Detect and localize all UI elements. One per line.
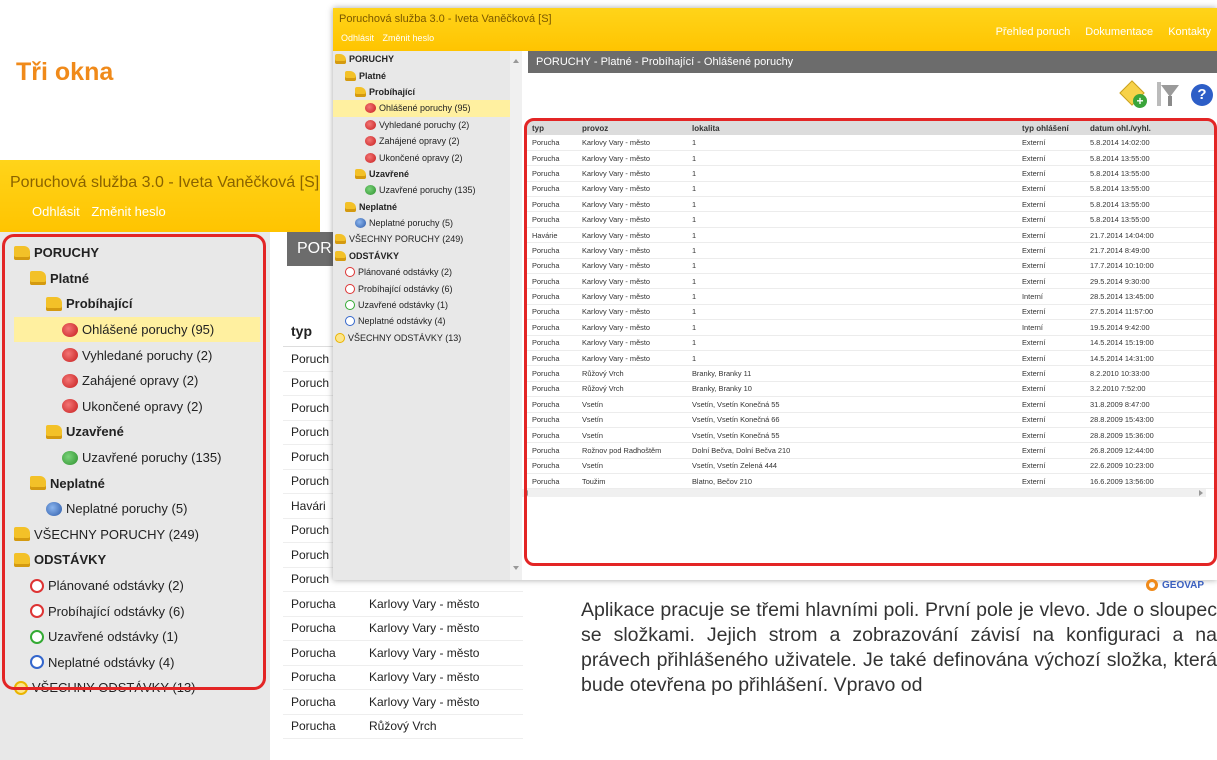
tree-item[interactable]: Plánované odstávky (2) [333, 264, 510, 280]
bg-table-cell: Porucha [291, 719, 336, 734]
tree-item[interactable]: Probíhající odstávky (6) [333, 280, 510, 296]
tree-item[interactable]: Uzavřené [333, 166, 510, 182]
bg-app-title: Poruchová služba 3.0 - Iveta Vaněčková [… [10, 174, 320, 191]
tree-item-label: Zahájené opravy (2) [379, 136, 460, 147]
red-fault-icon [365, 119, 376, 130]
nav-documentation-link[interactable]: Dokumentace [1085, 26, 1153, 38]
folder-icon [335, 234, 346, 245]
red-outage-icon [345, 267, 355, 278]
tree-item[interactable]: Zahájené opravy (2) [333, 133, 510, 149]
tree-item[interactable]: Platné [333, 67, 510, 83]
blue-outage-icon [345, 316, 355, 327]
tree-item-label: Uzavřené odstávky (1) [358, 300, 449, 311]
help-icon[interactable]: ? [1191, 84, 1213, 106]
tree-item[interactable]: Neplatné odstávky (4) [333, 313, 510, 329]
tree-item[interactable]: Ukončené opravy (2) [333, 149, 510, 165]
app-window: Poruchová služba 3.0 - Iveta Vaněčková [… [333, 8, 1217, 580]
nav-overview-link[interactable]: Přehled poruch [996, 26, 1071, 38]
geovap-logo: GEOVAP [1146, 579, 1217, 591]
yellow-outage-icon [335, 332, 345, 343]
change-password-link[interactable]: Změnit heslo [383, 33, 435, 43]
bg-table-row: Porucha Růžový Vrch [283, 715, 523, 739]
tree-item-label: Platné [359, 70, 387, 81]
tree-item-label: Vyhledané poruchy (2) [379, 119, 470, 130]
red-fault-icon [365, 152, 376, 163]
tree-item-label: Uzavřené [369, 168, 410, 179]
green-outage-icon [345, 300, 355, 311]
add-fault-icon[interactable]: + [1119, 80, 1147, 108]
app-title: Poruchová služba 3.0 - Iveta Vaněčková [… [339, 13, 552, 25]
folder-icon [345, 201, 356, 212]
bg-table-row: Porucha Karlovy Vary - město [283, 592, 523, 617]
bg-table-row: Porucha Karlovy Vary - město [283, 617, 523, 641]
tree-item[interactable]: PORUCHY [333, 51, 510, 67]
tree-item[interactable]: Neplatné [333, 199, 510, 215]
app-header: Poruchová služba 3.0 - Iveta Vaněčková [… [333, 8, 1217, 51]
tree-item-label: Ohlášené poruchy (95) [379, 103, 471, 114]
blue-fault-icon [355, 218, 366, 229]
tree-item[interactable]: Uzavřené poruchy (135) [333, 182, 510, 198]
folder-tree: PORUCHY Platné Probíhající Ohlášené poruchy… [333, 51, 510, 580]
folder-icon [355, 168, 366, 179]
toolbar: + ? [1119, 80, 1213, 108]
tree-item-label: Ukončené opravy (2) [379, 152, 463, 163]
sidebar-scrollbar[interactable] [510, 51, 522, 580]
tree-item-label: VŠECHNY PORUCHY (249) [349, 234, 464, 245]
breadcrumb: PORUCHY - Platné - Probíhající - Ohlášen… [528, 51, 1217, 73]
tree-item-label: PORUCHY [349, 54, 395, 65]
bg-table-cell: Porucha [291, 694, 336, 709]
tree-item-label: Plánované odstávky (2) [358, 267, 453, 278]
tree-item-label: Probíhající odstávky (6) [358, 283, 453, 294]
bg-table-cell: Karlovy Vary - město [369, 670, 480, 685]
tree-item[interactable]: VŠECHNY PORUCHY (249) [333, 231, 510, 247]
geovap-logo-icon [1146, 579, 1158, 591]
bg-table-cell: Porucha [291, 596, 336, 611]
folder-icon [335, 250, 346, 261]
tree-item-label: Neplatné poruchy (5) [369, 218, 454, 229]
tree-item-label: Neplatné odstávky (4) [358, 316, 446, 327]
bg-table-row: Porucha Karlovy Vary - město [283, 641, 523, 666]
red-outage-icon [345, 283, 355, 294]
tree-item-label: Uzavřené poruchy (135) [379, 185, 476, 196]
folder-icon [335, 54, 346, 65]
bg-table-cell: Karlovy Vary - město [369, 694, 480, 709]
bg-table-cell: Porucha [291, 645, 336, 660]
tree-item-label: VŠECHNY ODSTÁVKY (13) [348, 332, 462, 343]
logout-link[interactable]: Odhlásit [341, 33, 374, 43]
nav-contacts-link[interactable]: Kontakty [1168, 26, 1211, 38]
bg-table-row: Porucha Karlovy Vary - město [283, 690, 523, 715]
folder-icon [345, 70, 356, 81]
folder-icon [355, 86, 366, 97]
tree-item[interactable]: Ohlášené poruchy (95) [333, 100, 510, 117]
filter-icon[interactable] [1157, 82, 1181, 108]
tree-item-label: Probíhající [369, 86, 416, 97]
highlight-box-tree [2, 234, 266, 690]
bg-table-cell: Porucha [291, 621, 336, 636]
bg-table-cell: Karlovy Vary - město [369, 596, 480, 611]
bg-table-row: Porucha Karlovy Vary - město [283, 666, 523, 690]
red-fault-icon [365, 136, 376, 147]
tree-item[interactable]: VŠECHNY ODSTÁVKY (13) [333, 330, 510, 346]
bg-table-cell: Porucha [291, 670, 336, 685]
red-fault-icon [365, 103, 376, 114]
bg-table-cell: Karlovy Vary - město [369, 621, 480, 636]
slide-title: Tři okna [16, 58, 114, 86]
bg-table-cell: Karlovy Vary - město [369, 645, 480, 660]
tree-item[interactable]: Probíhající [333, 84, 510, 100]
tree-item-label: ODSTÁVKY [349, 250, 400, 261]
tree-item[interactable]: ODSTÁVKY [333, 248, 510, 264]
tree-item[interactable]: Neplatné poruchy (5) [333, 215, 510, 231]
green-fault-icon [365, 185, 376, 196]
description-text: Aplikace pracuje se třemi hlavními poli.… [581, 599, 1217, 696]
highlight-box-table [524, 118, 1217, 566]
tree-item[interactable]: Vyhledané poruchy (2) [333, 117, 510, 133]
bg-app-header: Poruchová služba 3.0 - Iveta Vaněčková [… [0, 160, 320, 232]
bg-table-cell: Růžový Vrch [369, 719, 437, 734]
bg-change-password-link[interactable]: Změnit heslo [91, 204, 165, 219]
bg-logout-link[interactable]: Odhlásit [32, 204, 80, 219]
tree-item-label: Neplatné [359, 201, 398, 212]
tree-item[interactable]: Uzavřené odstávky (1) [333, 297, 510, 313]
